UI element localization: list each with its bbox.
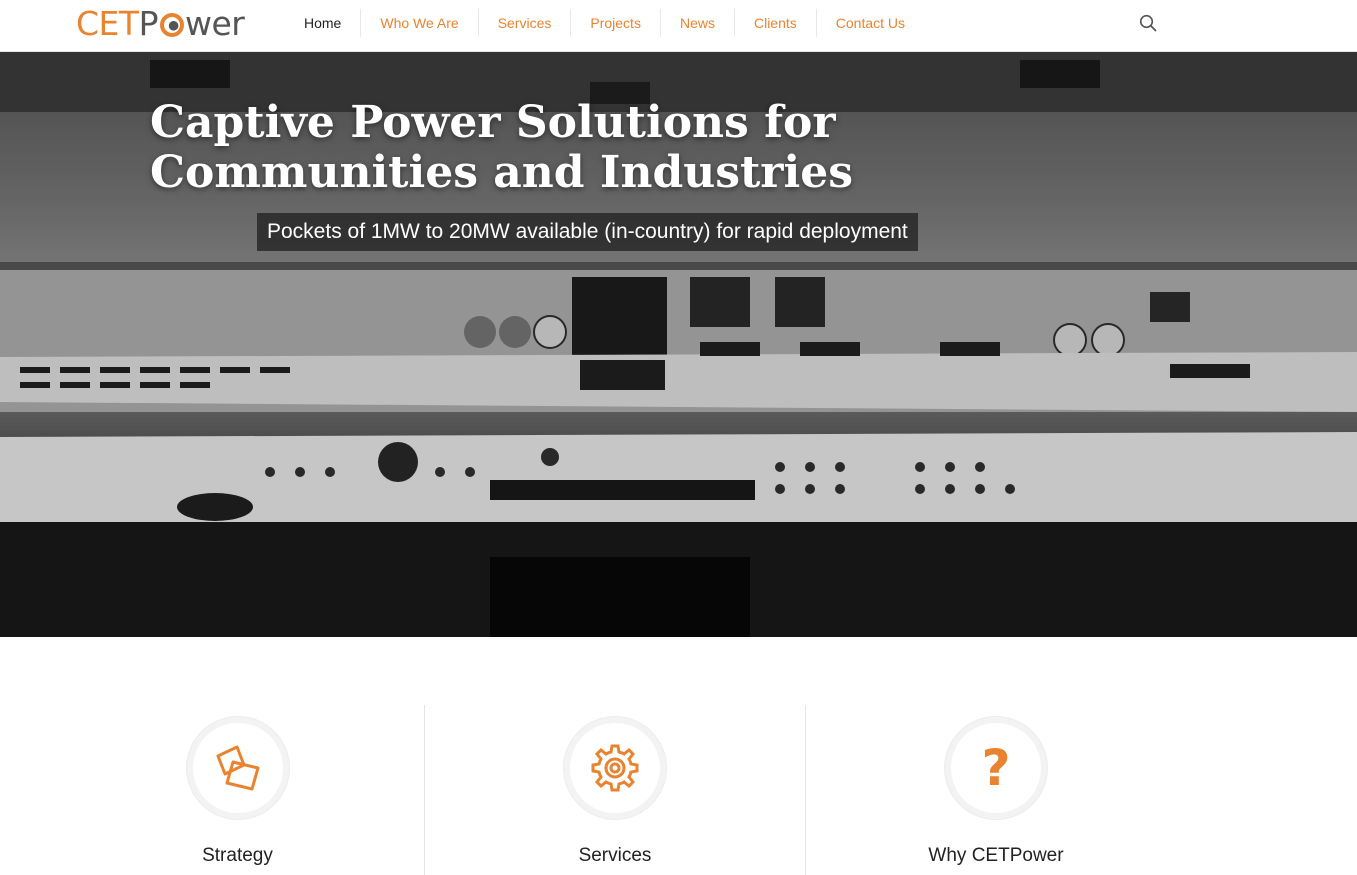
logo-text-left: CET <box>76 3 139 43</box>
nav-item-services[interactable]: Services <box>477 9 571 37</box>
feature-icon-circle <box>186 717 289 819</box>
feature-title: Strategy <box>202 845 273 866</box>
strategy-icon <box>216 745 259 791</box>
feature-icon-circle <box>564 717 666 819</box>
question-icon: ? <box>981 739 1011 797</box>
nav-item-news[interactable]: News <box>659 9 734 37</box>
logo-text-p: P <box>138 3 159 43</box>
hero-subtitle: Pockets of 1MW to 20MW available (in-cou… <box>257 213 918 251</box>
site-header: CET Pwer Home Who We Are Services Project… <box>0 0 1357 52</box>
hero-title: Captive Power Solutions for Communities … <box>150 97 853 198</box>
features-section: Strategy Services ? Why CETPower <box>0 637 1357 875</box>
nav-item-who-we-are[interactable]: Who We Are <box>360 9 477 37</box>
feature-title: Services <box>578 845 652 866</box>
logo-text-right: wer <box>184 3 245 43</box>
feature-services[interactable]: Services <box>424 705 805 875</box>
nav-item-contact-us[interactable]: Contact Us <box>815 9 924 37</box>
nav-item-clients[interactable]: Clients <box>733 9 816 37</box>
logo-o-icon <box>159 13 184 37</box>
feature-strategy[interactable]: Strategy <box>47 705 428 875</box>
nav-item-projects[interactable]: Projects <box>570 9 660 37</box>
feature-icon-circle: ? <box>945 717 1047 819</box>
main-nav: Home Who We Are Services Projects News C… <box>285 0 924 46</box>
hero-banner: Captive Power Solutions for Communities … <box>0 52 1357 637</box>
site-logo[interactable]: CET Pwer <box>76 3 245 43</box>
search-icon[interactable] <box>1139 14 1157 32</box>
gear-icon <box>591 744 639 792</box>
nav-item-home[interactable]: Home <box>285 9 360 37</box>
feature-why-cetpower[interactable]: ? Why CETPower <box>805 705 1186 875</box>
feature-title: Why CETPower <box>928 845 1064 866</box>
